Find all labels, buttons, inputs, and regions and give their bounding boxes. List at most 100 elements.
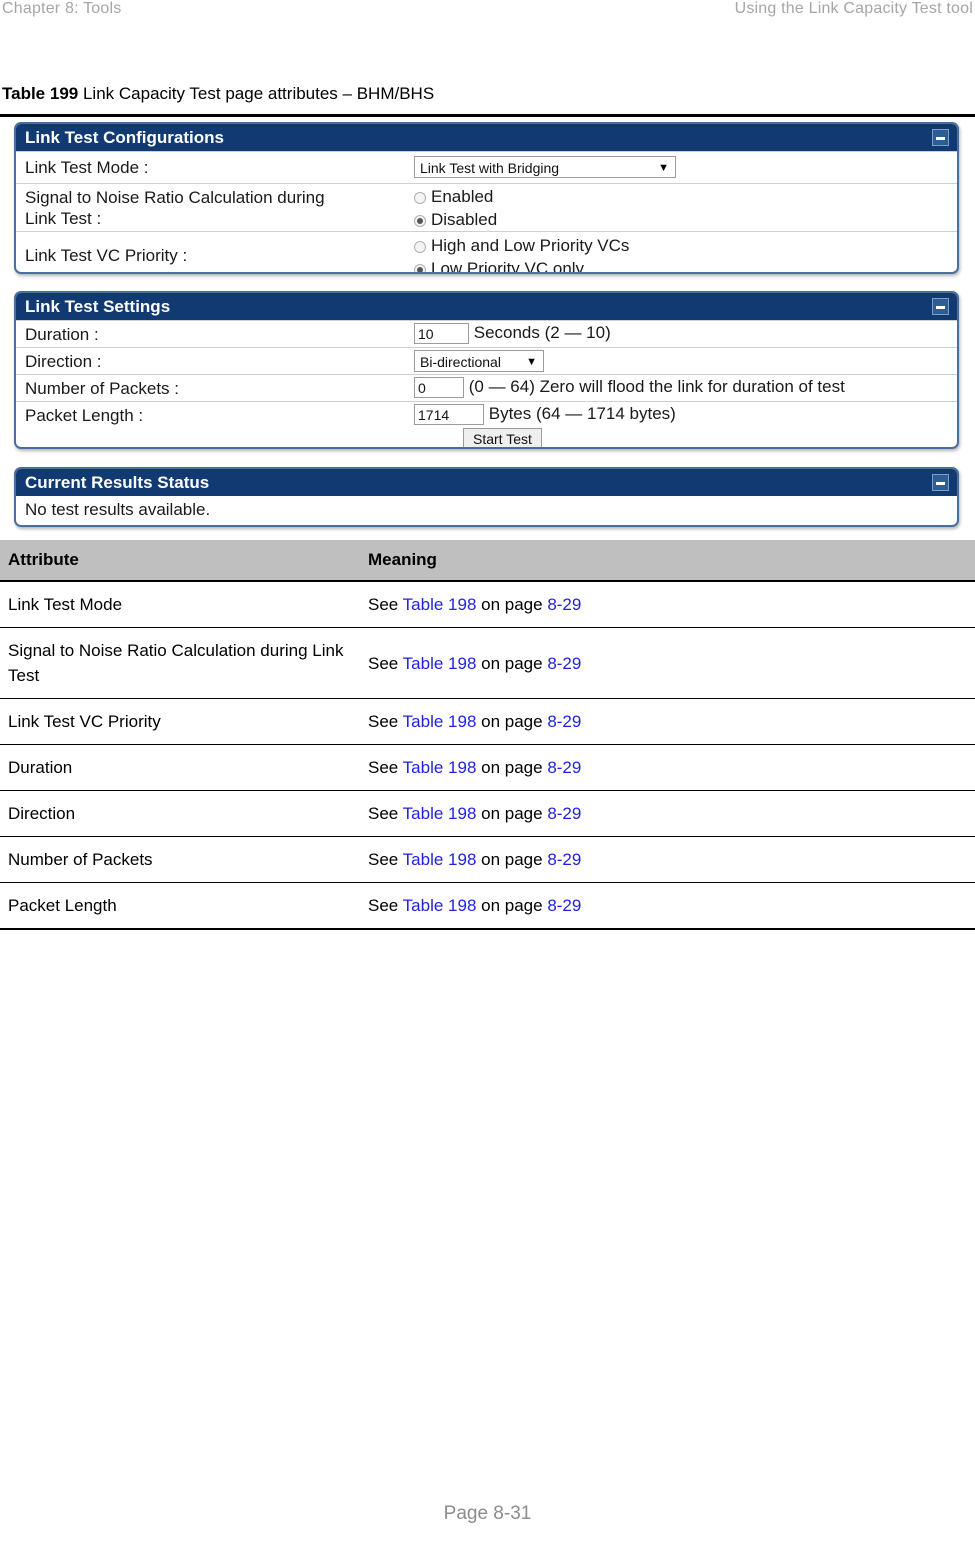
table-cross-reference-link[interactable]: Table 198 <box>403 804 477 823</box>
cell-attribute: Link Test Mode <box>0 581 360 628</box>
collapse-icon[interactable] <box>932 298 949 315</box>
results-row-message: No test results available. <box>16 496 957 525</box>
snr-radio-enabled[interactable]: Enabled <box>414 185 497 208</box>
settings-row-packet-length: Packet Length : 1714 Bytes (64 — 1714 by… <box>16 401 957 428</box>
meaning-mid: on page <box>476 653 548 673</box>
snr-radio-disabled[interactable]: Disabled <box>414 208 497 231</box>
packet-length-hint: Bytes (64 — 1714 bytes) <box>488 404 676 423</box>
meaning-prefix: See <box>368 896 403 915</box>
chevron-down-icon: ▼ <box>658 162 669 174</box>
table-header-row: Attribute Meaning <box>0 540 975 582</box>
radio-selected-icon <box>414 263 426 272</box>
meaning-prefix: See <box>368 595 403 614</box>
chevron-down-icon: ▼ <box>526 356 537 368</box>
packet-length-input[interactable]: 1714 <box>414 404 484 426</box>
collapse-icon[interactable] <box>932 129 949 146</box>
page-cross-reference-link[interactable]: 8-29 <box>547 896 581 915</box>
cell-attribute: Number of Packets <box>0 836 360 883</box>
config-row-snr-calculation: Signal to Noise Ratio Calculation during… <box>16 183 957 231</box>
page-cross-reference-link[interactable]: 8-29 <box>547 712 581 731</box>
link-test-mode-label: Link Test Mode : <box>25 158 149 177</box>
cell-meaning: See Table 198 on page 8-29 <box>360 627 975 699</box>
link-test-settings-panel: Link Test Settings Duration : 10 Seconds… <box>14 291 959 449</box>
page-cross-reference-link[interactable]: 8-29 <box>547 595 581 614</box>
table-caption: Table 199 Link Capacity Test page attrib… <box>2 84 434 104</box>
table-row: Duration See Table 198 on page 8-29 <box>0 744 975 791</box>
page-number: Page 8-31 <box>443 1503 532 1524</box>
page-cross-reference-link[interactable]: 8-29 <box>547 804 581 823</box>
page-cross-reference-link[interactable]: 8-29 <box>547 654 581 673</box>
column-header-meaning: Meaning <box>360 540 975 582</box>
meaning-prefix: See <box>368 804 403 823</box>
panel-title-label-results: Current Results Status <box>25 473 210 492</box>
cell-meaning: See Table 198 on page 8-29 <box>360 698 975 745</box>
page-footer: Page 8-31 <box>0 1503 975 1525</box>
vc-radio-high-and-low[interactable]: High and Low Priority VCs <box>414 234 629 257</box>
meaning-mid: on page <box>476 850 548 869</box>
meaning-prefix: See <box>368 850 403 869</box>
settings-row-actions: Start Test <box>16 428 957 447</box>
panel-title-label-settings: Link Test Settings <box>25 297 171 316</box>
packet-length-label: Packet Length : <box>25 406 144 425</box>
table-row: Link Test VC Priority See Table 198 on p… <box>0 698 975 745</box>
config-row-link-test-mode: Link Test Mode : Link Test with Bridging… <box>16 151 957 183</box>
duration-input[interactable]: 10 <box>414 323 469 345</box>
radio-unselected-icon <box>414 240 426 253</box>
snr-radio-disabled-label: Disabled <box>431 210 498 229</box>
embedded-gui-screenshot: Link Test Configurations Link Test Mode … <box>0 122 975 534</box>
page-cross-reference-link[interactable]: 8-29 <box>547 850 581 869</box>
settings-row-duration: Duration : 10 Seconds (2 — 10) <box>16 320 957 347</box>
start-test-button[interactable]: Start Test <box>463 428 542 447</box>
meaning-mid: on page <box>476 595 548 614</box>
cell-meaning: See Table 198 on page 8-29 <box>360 581 975 628</box>
number-of-packets-label: Number of Packets : <box>25 379 180 398</box>
snr-radio-enabled-label: Enabled <box>431 187 494 206</box>
collapse-icon[interactable] <box>932 474 949 491</box>
snr-label-line-1: Signal to Noise Ratio Calculation during <box>25 188 325 207</box>
cell-meaning: See Table 198 on page 8-29 <box>360 882 975 930</box>
direction-select[interactable]: Bi-directional ▼ <box>414 350 544 372</box>
table-cross-reference-link[interactable]: Table 198 <box>403 850 477 869</box>
panel-title-label-configurations: Link Test Configurations <box>25 128 224 147</box>
cell-attribute: Direction <box>0 790 360 837</box>
settings-row-number-of-packets: Number of Packets : 0 (0 — 64) Zero will… <box>16 374 957 401</box>
table-cross-reference-link[interactable]: Table 198 <box>403 896 477 915</box>
column-header-attribute: Attribute <box>0 540 360 582</box>
meaning-prefix: See <box>368 758 403 777</box>
link-test-mode-select[interactable]: Link Test with Bridging ▼ <box>414 156 676 178</box>
table-cross-reference-link[interactable]: Table 198 <box>403 654 477 673</box>
config-row-vc-priority: Link Test VC Priority : High and Low Pri… <box>16 231 957 272</box>
cell-meaning: See Table 198 on page 8-29 <box>360 790 975 837</box>
running-head-chapter: Chapter 8: Tools <box>2 0 122 17</box>
meaning-mid: on page <box>476 804 548 823</box>
meaning-mid: on page <box>476 896 548 915</box>
panel-title-bar-results: Current Results Status <box>16 469 957 496</box>
vc-radio-low-only[interactable]: Low Priority VC only <box>414 257 629 272</box>
cell-meaning: See Table 198 on page 8-29 <box>360 836 975 883</box>
table-caption-number: Table 199 <box>2 84 79 103</box>
cell-attribute: Duration <box>0 744 360 791</box>
cell-attribute: Link Test VC Priority <box>0 698 360 745</box>
link-test-vc-priority-label: Link Test VC Priority : <box>25 246 188 265</box>
cell-meaning: See Table 198 on page 8-29 <box>360 744 975 791</box>
running-head-section: Using the Link Capacity Test tool <box>734 0 973 17</box>
caption-rule <box>0 114 975 117</box>
table-row: Packet Length See Table 198 on page 8-29 <box>0 882 975 930</box>
table-row: Signal to Noise Ratio Calculation during… <box>0 627 975 699</box>
table-row: Link Test Mode See Table 198 on page 8-2… <box>0 581 975 628</box>
snr-label-line-2: Link Test : <box>25 209 102 228</box>
cell-attribute: Signal to Noise Ratio Calculation during… <box>0 627 360 699</box>
table-row: Direction See Table 198 on page 8-29 <box>0 790 975 837</box>
panel-title-bar-settings: Link Test Settings <box>16 293 957 320</box>
direction-selected-value: Bi-directional <box>420 354 501 370</box>
table-cross-reference-link[interactable]: Table 198 <box>403 712 477 731</box>
duration-label: Duration : <box>25 325 99 344</box>
number-of-packets-input[interactable]: 0 <box>414 377 464 399</box>
table-cross-reference-link[interactable]: Table 198 <box>403 595 477 614</box>
meaning-prefix: See <box>368 653 403 673</box>
page-cross-reference-link[interactable]: 8-29 <box>547 758 581 777</box>
table-cross-reference-link[interactable]: Table 198 <box>403 758 477 777</box>
radio-unselected-icon <box>414 191 426 204</box>
meaning-mid: on page <box>476 712 548 731</box>
duration-hint: Seconds (2 — 10) <box>473 323 611 342</box>
